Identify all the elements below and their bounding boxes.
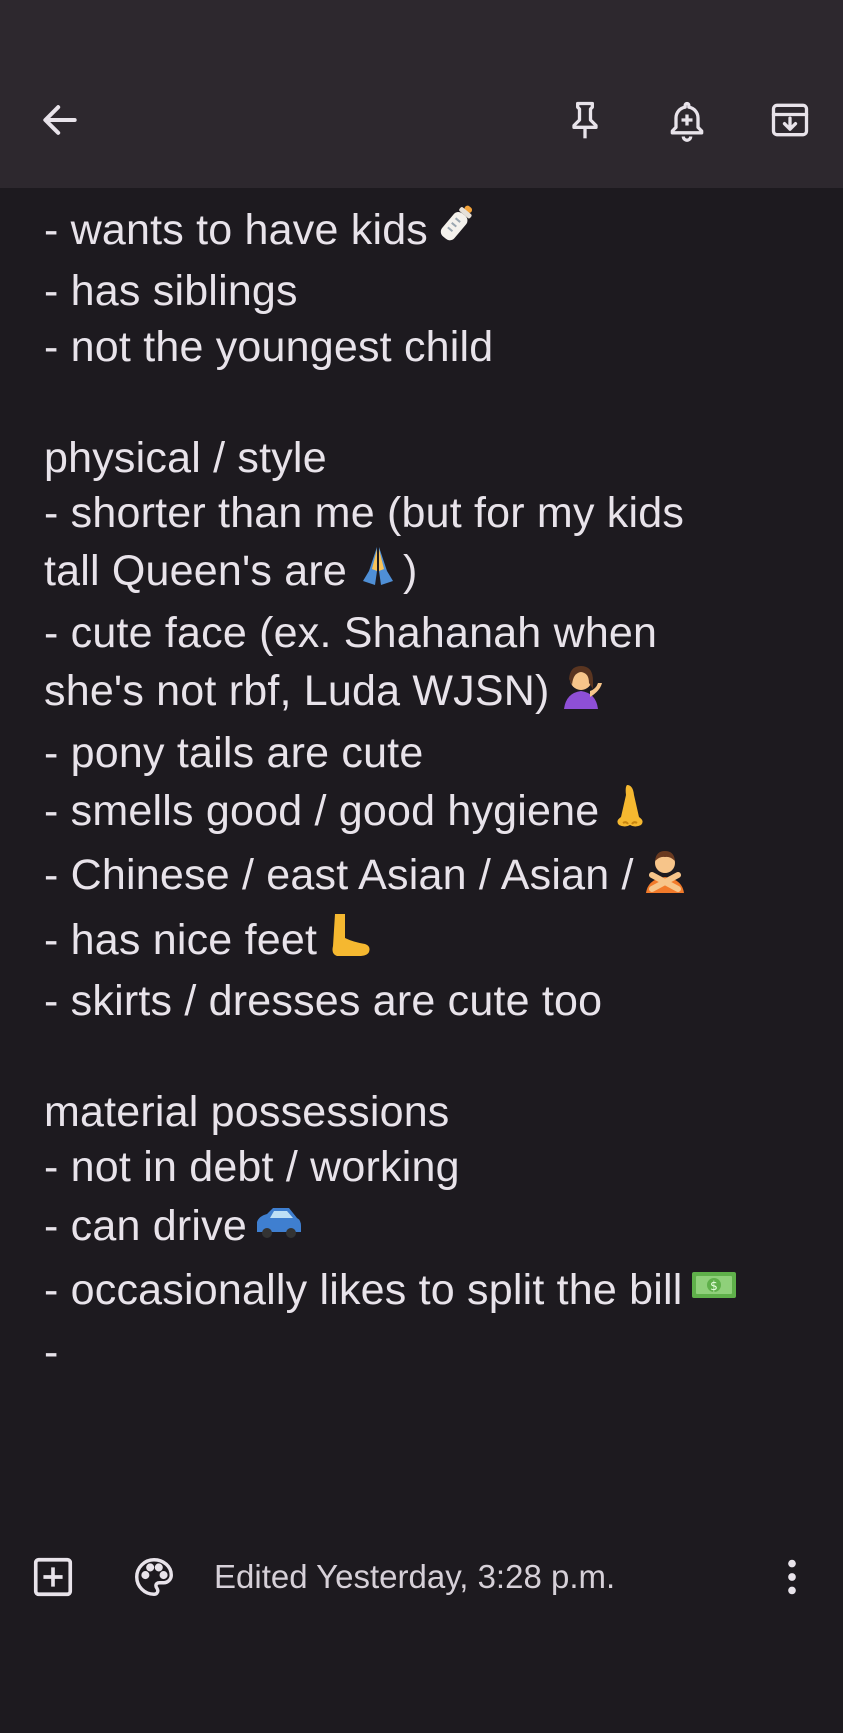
foot-emoji (323, 910, 373, 974)
note-line (44, 1030, 814, 1085)
person-tipping-hand-emoji (556, 661, 606, 725)
note-line: - smells good / good hygiene (44, 781, 814, 845)
note-line: she's not rbf, Luda WJSN) (44, 661, 814, 725)
note-line: tall Queen's are) (44, 541, 814, 605)
note-body[interactable]: - wants to have kids - has siblings - no… (44, 200, 814, 1380)
note-line: - wants to have kids (44, 200, 814, 264)
palette-button[interactable] (131, 1554, 177, 1600)
note-line: - Chinese / east Asian / Asian / (44, 845, 814, 909)
reminder-button[interactable] (655, 88, 719, 152)
add-box-button[interactable] (30, 1554, 76, 1600)
person-gesturing-no-emoji (640, 845, 690, 909)
note-line: - skirts / dresses are cute too (44, 977, 603, 1026)
note-line (44, 375, 814, 430)
note-line: - can drive (44, 1196, 814, 1260)
top-app-bar (0, 0, 843, 188)
note-line: - (44, 1327, 59, 1376)
bottom-bar: Edited Yesterday, 3:28 p.m. (0, 1548, 843, 1608)
palette-icon (135, 1558, 173, 1596)
note-line: - shorter than me (but for my kids (44, 489, 685, 538)
note-line: physical / style (44, 433, 327, 482)
arrow-left-icon (43, 105, 77, 135)
pin-icon (572, 101, 598, 139)
dollar-banknote-emoji: $ (689, 1260, 739, 1324)
note-line: - not the youngest child (44, 322, 494, 371)
pin-button[interactable] (553, 88, 617, 152)
note-line: - has nice feet (44, 910, 814, 974)
note-line: - has siblings (44, 267, 298, 316)
car-emoji (253, 1196, 303, 1260)
nose-emoji (605, 781, 655, 845)
archive-icon (771, 103, 809, 137)
more-vert-icon (788, 1559, 796, 1595)
more-options-button[interactable] (769, 1554, 815, 1600)
archive-button[interactable] (758, 88, 822, 152)
add-reminder-bell-icon (670, 101, 704, 142)
svg-text:$: $ (710, 1279, 718, 1293)
edited-timestamp: Edited Yesterday, 3:28 p.m. (214, 1558, 616, 1595)
note-line: - pony tails are cute (44, 728, 424, 777)
baby-bottle-emoji (434, 200, 484, 264)
note-line: - occasionally likes to split the bill $ (44, 1260, 814, 1324)
note-line: - not in debt / working (44, 1143, 460, 1192)
back-button[interactable] (28, 88, 92, 152)
folded-hands-emoji (353, 541, 403, 605)
note-line: material possessions (44, 1088, 450, 1137)
note-line: - cute face (ex. Shahanah when (44, 608, 658, 657)
add-box-icon (33, 1557, 73, 1597)
